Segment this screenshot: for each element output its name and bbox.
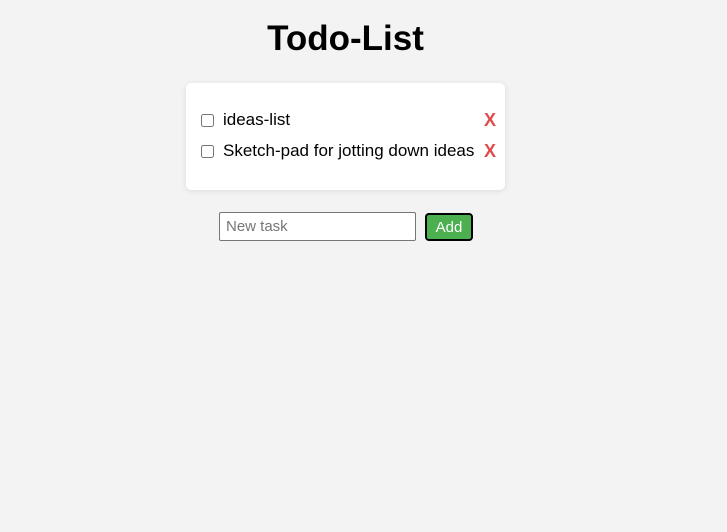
todo-list: ideas-list X Sketch-pad for jotting down…	[186, 83, 505, 190]
todo-text: ideas-list	[223, 110, 291, 129]
delete-todo-button[interactable]: X	[484, 142, 496, 160]
todo-item: Sketch-pad for jotting down ideas X	[201, 139, 496, 163]
add-task-button[interactable]: Add	[425, 213, 473, 241]
delete-todo-button[interactable]: X	[484, 111, 496, 129]
new-task-input[interactable]	[219, 212, 416, 241]
todo-checkbox[interactable]	[201, 113, 214, 127]
todo-checkbox[interactable]	[201, 144, 214, 158]
todo-text: Sketch-pad for jotting down ideas	[223, 141, 475, 160]
page-title: Todo-List	[267, 19, 424, 58]
todo-item: ideas-list X	[201, 108, 496, 132]
